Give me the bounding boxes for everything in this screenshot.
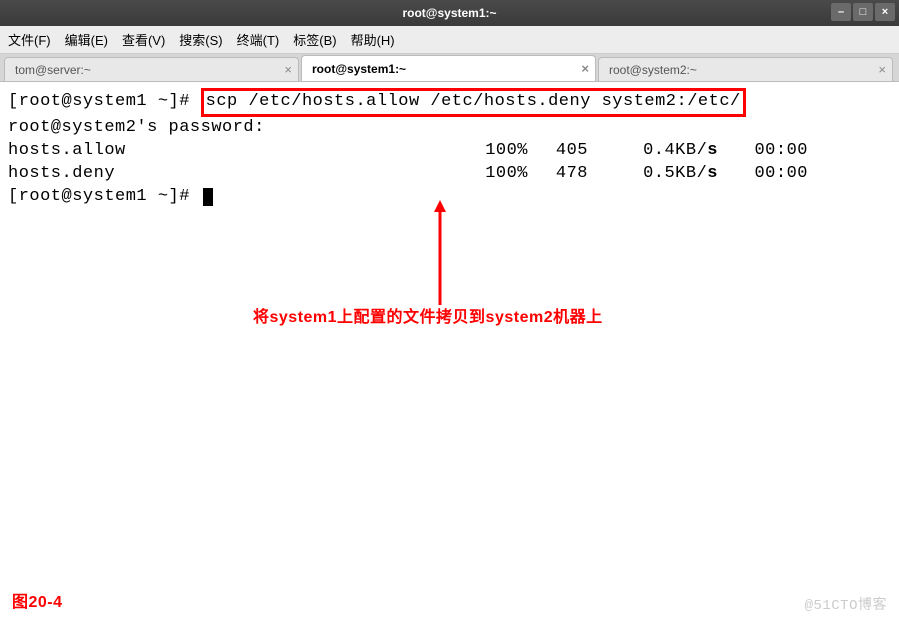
- menu-help[interactable]: 帮助(H): [351, 30, 395, 49]
- transfer-row: hosts.deny100%4780.5KB/s00:00: [8, 163, 891, 186]
- terminal-line: [root@system1 ~]#: [8, 186, 891, 209]
- menu-terminal[interactable]: 终端(T): [237, 30, 280, 49]
- figure-label: 图20-4: [12, 592, 63, 614]
- tab-root-system2[interactable]: root@system2:~ ×: [598, 57, 893, 81]
- titlebar: root@system1:~ – □ ×: [0, 0, 899, 26]
- tab-label: root@system2:~: [609, 63, 697, 77]
- close-icon[interactable]: ×: [878, 62, 886, 77]
- tab-label: tom@server:~: [15, 63, 91, 77]
- file-size: 405: [528, 140, 588, 163]
- file-name: hosts.deny: [8, 163, 468, 186]
- scp-command-highlight: scp /etc/hosts.allow /etc/hosts.deny sys…: [201, 88, 746, 117]
- file-percent: 100%: [468, 140, 528, 163]
- annotation-text: 将system1上配置的文件拷贝到system2机器上: [253, 307, 603, 329]
- file-size: 478: [528, 163, 588, 186]
- file-percent: 100%: [468, 163, 528, 186]
- menu-edit[interactable]: 编辑(E): [65, 30, 108, 49]
- arrow-icon: [430, 200, 450, 310]
- shell-prompt: [root@system1 ~]#: [8, 92, 201, 111]
- file-rate: 0.5KB/s: [588, 163, 718, 186]
- menu-view[interactable]: 查看(V): [122, 30, 165, 49]
- file-rate: 0.4KB/s: [588, 140, 718, 163]
- file-name: hosts.allow: [8, 140, 468, 163]
- tab-label: root@system1:~: [312, 62, 406, 76]
- tab-root-system1[interactable]: root@system1:~ ×: [301, 55, 596, 81]
- menu-file[interactable]: 文件(F): [8, 30, 51, 49]
- watermark: @51CTO博客: [805, 597, 887, 616]
- close-button[interactable]: ×: [875, 3, 895, 21]
- tabbar: tom@server:~ × root@system1:~ × root@sys…: [0, 54, 899, 82]
- shell-prompt: [root@system1 ~]#: [8, 187, 201, 206]
- window-controls: – □ ×: [831, 3, 895, 21]
- file-time: 00:00: [718, 163, 808, 186]
- tab-tom-server[interactable]: tom@server:~ ×: [4, 57, 299, 81]
- password-prompt: root@system2's password:: [8, 117, 891, 140]
- cursor-icon: [203, 188, 213, 206]
- close-icon[interactable]: ×: [284, 62, 292, 77]
- menu-tabs[interactable]: 标签(B): [293, 30, 336, 49]
- minimize-button[interactable]: –: [831, 3, 851, 21]
- close-icon[interactable]: ×: [581, 61, 589, 76]
- terminal-line: [root@system1 ~]# scp /etc/hosts.allow /…: [8, 88, 891, 117]
- terminal[interactable]: [root@system1 ~]# scp /etc/hosts.allow /…: [0, 82, 899, 626]
- maximize-button[interactable]: □: [853, 3, 873, 21]
- transfer-row: hosts.allow100%4050.4KB/s00:00: [8, 140, 891, 163]
- file-time: 00:00: [718, 140, 808, 163]
- menu-search[interactable]: 搜索(S): [179, 30, 222, 49]
- window-title: root@system1:~: [402, 6, 496, 20]
- menubar: 文件(F) 编辑(E) 查看(V) 搜索(S) 终端(T) 标签(B) 帮助(H…: [0, 26, 899, 54]
